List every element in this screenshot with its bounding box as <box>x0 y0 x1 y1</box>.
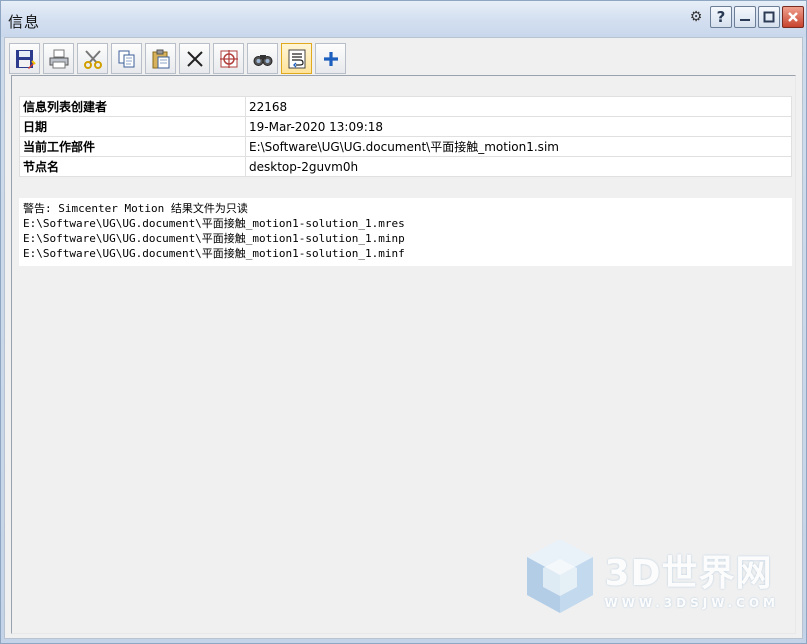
client-area: 信息列表创建者 22168 日期 19-Mar-2020 13:09:18 当前… <box>4 37 803 639</box>
info-panel[interactable]: 信息列表创建者 22168 日期 19-Mar-2020 13:09:18 当前… <box>11 75 796 634</box>
info-table: 信息列表创建者 22168 日期 19-Mar-2020 13:09:18 当前… <box>19 96 792 177</box>
info-value: 22168 <box>245 96 792 117</box>
watermark-url: WWW.3DSJW.COM <box>604 596 779 610</box>
minimize-icon <box>740 19 750 21</box>
information-window: 信息 ⚙ ? 信息列表创建者 22168 日期 19-Mar-2020 13:0… <box>0 0 807 644</box>
select-target-button[interactable] <box>213 43 244 74</box>
minimize-button[interactable] <box>734 6 756 28</box>
watermark-title: 3D世界网 <box>604 553 773 594</box>
plus-icon <box>323 51 338 66</box>
info-key: 日期 <box>19 116 246 137</box>
toolbar <box>9 43 346 74</box>
save-button[interactable] <box>9 43 40 74</box>
message-log[interactable]: 警告: Simcenter Motion 结果文件为只读 E:\Software\… <box>19 198 792 266</box>
maximize-icon <box>763 11 775 23</box>
delete-icon <box>186 50 203 67</box>
info-key: 当前工作部件 <box>19 136 246 157</box>
paste-button[interactable] <box>145 43 176 74</box>
target-icon <box>219 49 238 68</box>
file-path-line: E:\Software\UG\UG.document\平面接触_motion1-… <box>23 247 405 260</box>
help-button[interactable]: ? <box>710 6 732 28</box>
cut-button[interactable] <box>77 43 108 74</box>
watermark: 3D世界网 WWW.3DSJW.COM <box>521 535 779 619</box>
save-icon <box>15 49 36 69</box>
table-row: 当前工作部件 E:\Software\UG\UG.document\平面接触_m… <box>19 136 792 157</box>
find-button[interactable] <box>247 43 278 74</box>
info-value: E:\Software\UG\UG.document\平面接触_motion1.… <box>245 136 792 157</box>
table-row: 日期 19-Mar-2020 13:09:18 <box>19 116 792 137</box>
window-title: 信息 <box>8 13 41 31</box>
info-key: 节点名 <box>19 156 246 177</box>
word-wrap-icon <box>288 49 305 68</box>
close-icon <box>788 12 798 22</box>
file-path-line: E:\Software\UG\UG.document\平面接触_motion1-… <box>23 232 405 245</box>
print-icon <box>49 49 68 68</box>
maximize-button[interactable] <box>758 6 780 28</box>
cube-logo-icon <box>526 539 593 613</box>
table-row: 节点名 desktop-2guvm0h <box>19 156 792 177</box>
delete-button[interactable] <box>179 43 210 74</box>
info-key: 信息列表创建者 <box>19 96 246 117</box>
title-buttons: ⚙ ? <box>686 6 804 28</box>
copy-button[interactable] <box>111 43 142 74</box>
title-bar[interactable]: 信息 ⚙ ? <box>1 1 806 37</box>
info-value: 19-Mar-2020 13:09:18 <box>245 116 792 137</box>
close-button[interactable] <box>782 6 804 28</box>
cut-icon <box>83 49 102 69</box>
table-row: 信息列表创建者 22168 <box>19 96 792 117</box>
paste-icon <box>152 49 169 68</box>
binoculars-icon <box>253 54 272 66</box>
settings-gear-icon[interactable]: ⚙ <box>686 7 706 27</box>
add-button[interactable] <box>315 43 346 74</box>
info-value: desktop-2guvm0h <box>245 156 792 177</box>
file-path-line: E:\Software\UG\UG.document\平面接触_motion1-… <box>23 217 405 230</box>
word-wrap-button[interactable] <box>281 43 312 74</box>
copy-icon <box>118 50 134 67</box>
warning-line: 警告: Simcenter Motion 结果文件为只读 <box>23 202 248 215</box>
print-button[interactable] <box>43 43 74 74</box>
